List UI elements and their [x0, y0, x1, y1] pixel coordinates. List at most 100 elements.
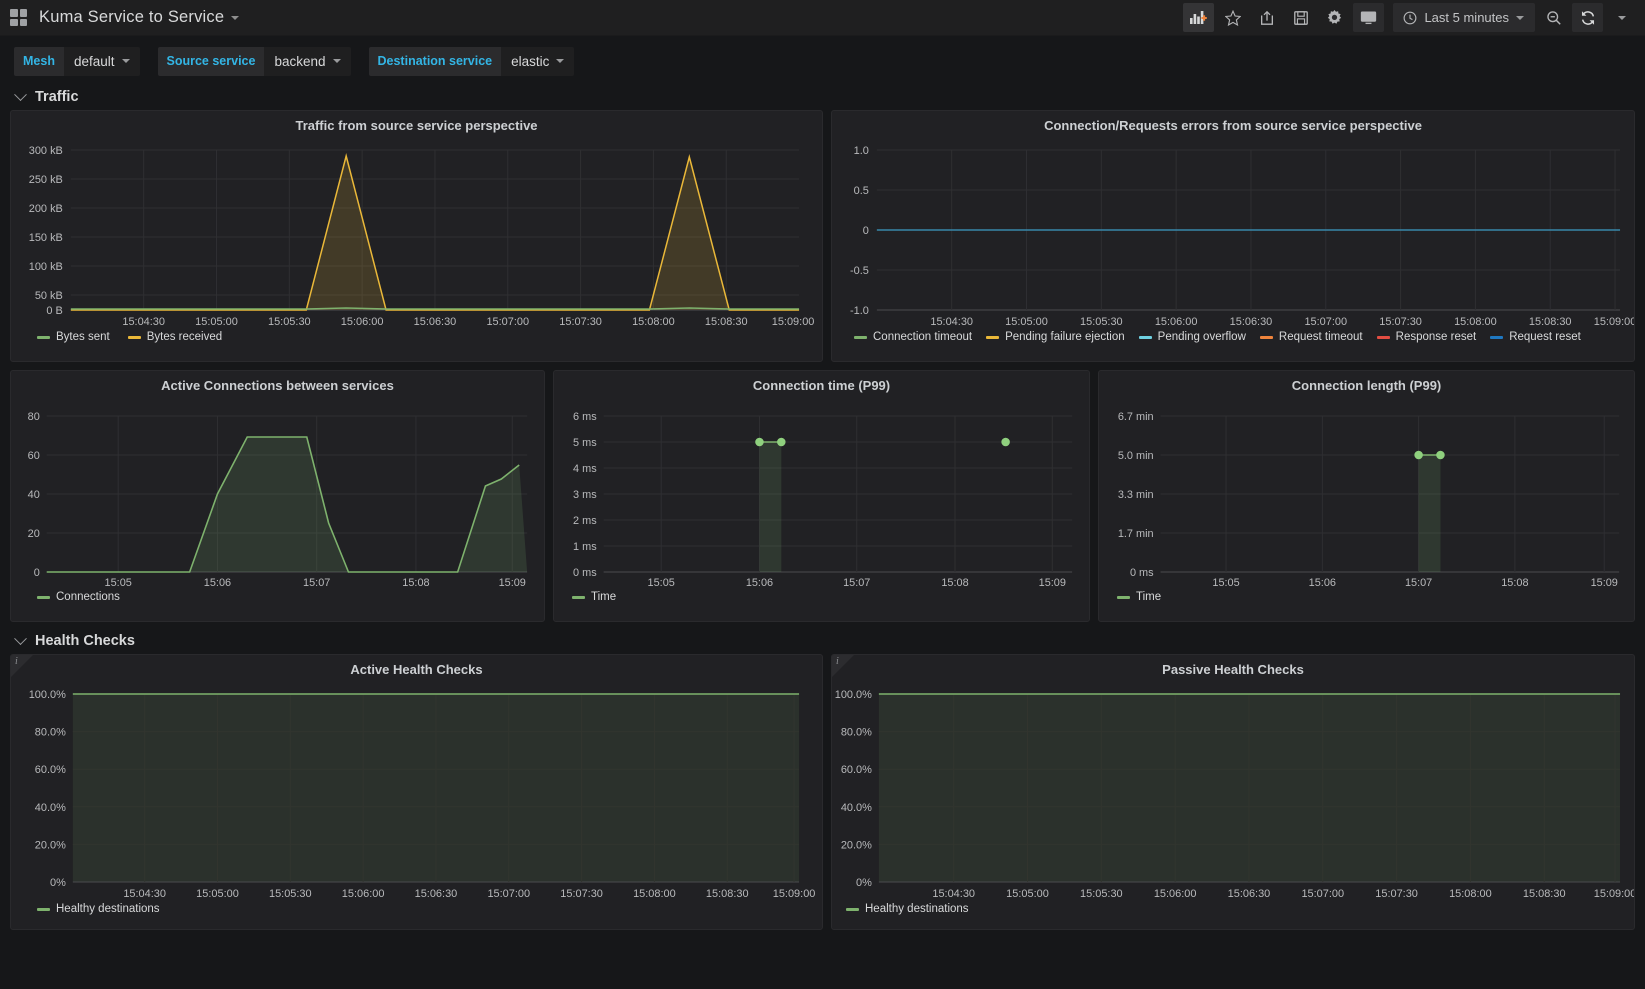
variable-destination-service-dropdown[interactable]: elastic: [501, 47, 574, 76]
legend-item-time[interactable]: Time: [572, 591, 616, 603]
variable-mesh-value: default: [74, 54, 115, 69]
legend-swatch-icon: [1139, 336, 1152, 339]
dashboard-grid-icon: [10, 9, 27, 26]
legend-swatch-icon: [128, 336, 141, 339]
plot-errors[interactable]: 1.0 0.5 0 -0.5 -1.0 15:04:30 15:05:00 15…: [832, 136, 1634, 326]
svg-text:15:08:00: 15:08:00: [1449, 888, 1492, 898]
time-range-label: Last 5 minutes: [1424, 10, 1509, 25]
svg-text:1.0: 1.0: [854, 145, 869, 157]
grid-lines: [1161, 416, 1620, 572]
zoom-out-time-button[interactable]: [1538, 3, 1569, 32]
legend-item-pending-failure-ejection[interactable]: Pending failure ejection: [986, 331, 1125, 343]
x-axis-labels: 15:04:30 15:05:00 15:05:30 15:06:00 15:0…: [932, 888, 1634, 898]
row-header-traffic[interactable]: Traffic: [0, 84, 1645, 110]
svg-text:80.0%: 80.0%: [841, 727, 872, 739]
plot-active-connections[interactable]: 80 60 40 20 0 15:05 15:06 15:07 15:08 15…: [11, 396, 544, 586]
plot-svg-connection-time: 6 ms 5 ms 4 ms 3 ms 2 ms 1 ms 0 ms 15:05…: [554, 396, 1089, 586]
legend-item-bytes-received[interactable]: Bytes received: [128, 331, 222, 343]
navbar-actions: Last 5 minutes: [1183, 3, 1637, 32]
svg-text:3 ms: 3 ms: [573, 489, 597, 501]
svg-text:15:06:30: 15:06:30: [1228, 888, 1271, 898]
legend-item-response-reset[interactable]: Response reset: [1377, 331, 1477, 343]
plot-connection-length[interactable]: 6.7 min 5.0 min 3.3 min 1.7 min 0 ms 15:…: [1099, 396, 1634, 586]
panel-active-connections: Active Connections between services: [10, 370, 545, 622]
legend-connection-time: Time: [554, 586, 1089, 607]
legend-item-bytes-sent[interactable]: Bytes sent: [37, 331, 110, 343]
svg-text:20.0%: 20.0%: [841, 839, 872, 851]
svg-text:100 kB: 100 kB: [29, 261, 63, 273]
legend-item-request-reset[interactable]: Request reset: [1490, 331, 1581, 343]
time-range-picker[interactable]: Last 5 minutes: [1393, 3, 1535, 32]
panel-title-active-connections: Active Connections between services: [11, 371, 544, 396]
panel-connection-time-p99: Connection time (P99): [553, 370, 1090, 622]
share-dashboard-button[interactable]: [1251, 3, 1282, 32]
svg-text:15:05:00: 15:05:00: [196, 888, 239, 898]
page-title[interactable]: Kuma Service to Service: [39, 8, 239, 27]
legend-label: Connections: [56, 591, 120, 603]
legend-item-time[interactable]: Time: [1117, 591, 1161, 603]
cycle-view-mode-button[interactable]: [1353, 3, 1384, 32]
health-checks-panel-row: i Active Health Checks: [0, 654, 1645, 930]
svg-text:15:09: 15:09: [1039, 577, 1066, 586]
legend-label: Response reset: [1396, 331, 1477, 343]
svg-text:60: 60: [28, 450, 40, 462]
svg-text:15:06:30: 15:06:30: [414, 316, 457, 326]
svg-text:15:08:30: 15:08:30: [1523, 888, 1566, 898]
plot-traffic[interactable]: 300 kB 250 kB 200 kB 150 kB 100 kB 50 kB…: [11, 136, 822, 326]
info-icon[interactable]: i: [836, 656, 839, 667]
legend-item-pending-overflow[interactable]: Pending overflow: [1139, 331, 1246, 343]
info-icon[interactable]: i: [15, 656, 18, 667]
plot-svg-connection-length: 6.7 min 5.0 min 3.3 min 1.7 min 0 ms 15:…: [1099, 396, 1634, 586]
variable-mesh-dropdown[interactable]: default: [64, 47, 140, 76]
traffic-panel-row: Traffic from source service perspective: [0, 110, 1645, 362]
x-axis-labels: 15:04:30 15:05:00 15:05:30 15:06:00 15:0…: [123, 888, 815, 898]
variable-source-service-label: Source service: [158, 47, 265, 76]
add-panel-button[interactable]: [1183, 3, 1214, 32]
svg-text:15:05:30: 15:05:30: [1080, 316, 1123, 326]
legend-passive-health-checks: Healthy destinations: [832, 898, 1634, 919]
svg-text:15:09:00: 15:09:00: [773, 888, 816, 898]
tv-monitor-icon: [1360, 10, 1377, 25]
row-header-health-checks[interactable]: Health Checks: [0, 628, 1645, 654]
legend-item-healthy-destinations[interactable]: Healthy destinations: [846, 903, 969, 915]
variable-source-service-dropdown[interactable]: backend: [264, 47, 350, 76]
legend-connection-length: Time: [1099, 586, 1634, 607]
legend-swatch-icon: [846, 908, 859, 911]
svg-text:3.3 min: 3.3 min: [1118, 489, 1154, 501]
y-axis-labels: 100.0% 80.0% 60.0% 40.0% 20.0% 0%: [835, 689, 872, 889]
svg-text:1 ms: 1 ms: [573, 541, 597, 553]
plot-active-health-checks[interactable]: 100.0% 80.0% 60.0% 40.0% 20.0% 0% 15:04:…: [11, 680, 822, 898]
refresh-interval-dropdown[interactable]: [1606, 3, 1637, 32]
legend-label: Healthy destinations: [56, 903, 160, 915]
svg-text:15:07:30: 15:07:30: [560, 888, 603, 898]
series-area: [879, 694, 1620, 882]
legend-swatch-icon: [1490, 336, 1503, 339]
plot-passive-health-checks[interactable]: 100.0% 80.0% 60.0% 40.0% 20.0% 0% 15:04:…: [832, 680, 1634, 898]
svg-text:15:07: 15:07: [303, 577, 330, 586]
svg-text:15:06:00: 15:06:00: [342, 888, 385, 898]
legend-item-connections[interactable]: Connections: [37, 591, 120, 603]
legend-item-healthy-destinations[interactable]: Healthy destinations: [37, 903, 160, 915]
svg-text:2 ms: 2 ms: [573, 515, 597, 527]
mark-favorite-button[interactable]: [1217, 3, 1248, 32]
svg-text:15:08:00: 15:08:00: [633, 888, 676, 898]
grid-lines: [604, 416, 1072, 572]
refresh-dashboard-button[interactable]: [1572, 3, 1603, 32]
chevron-down-icon: [231, 16, 239, 20]
legend-item-connection-timeout[interactable]: Connection timeout: [854, 331, 972, 343]
template-variables-row: Mesh default Source service backend Dest…: [0, 36, 1645, 84]
plot-connection-time[interactable]: 6 ms 5 ms 4 ms 3 ms 2 ms 1 ms 0 ms 15:05…: [554, 396, 1089, 586]
legend-label: Time: [1136, 591, 1161, 603]
legend-active-health-checks: Healthy destinations: [11, 898, 822, 919]
chevron-down-icon: [14, 632, 27, 645]
svg-text:5.0 min: 5.0 min: [1118, 450, 1154, 462]
save-dashboard-button[interactable]: [1285, 3, 1316, 32]
svg-text:80: 80: [28, 411, 40, 423]
svg-text:50 kB: 50 kB: [35, 290, 63, 302]
panel-traffic-from-source-service: Traffic from source service perspective: [10, 110, 823, 362]
save-disk-icon: [1293, 10, 1309, 26]
x-axis-labels: 15:04:30 15:05:00 15:05:30 15:06:00 15:0…: [930, 316, 1634, 326]
legend-item-request-timeout[interactable]: Request timeout: [1260, 331, 1363, 343]
row-title-health-checks: Health Checks: [35, 633, 135, 649]
dashboard-settings-button[interactable]: [1319, 3, 1350, 32]
